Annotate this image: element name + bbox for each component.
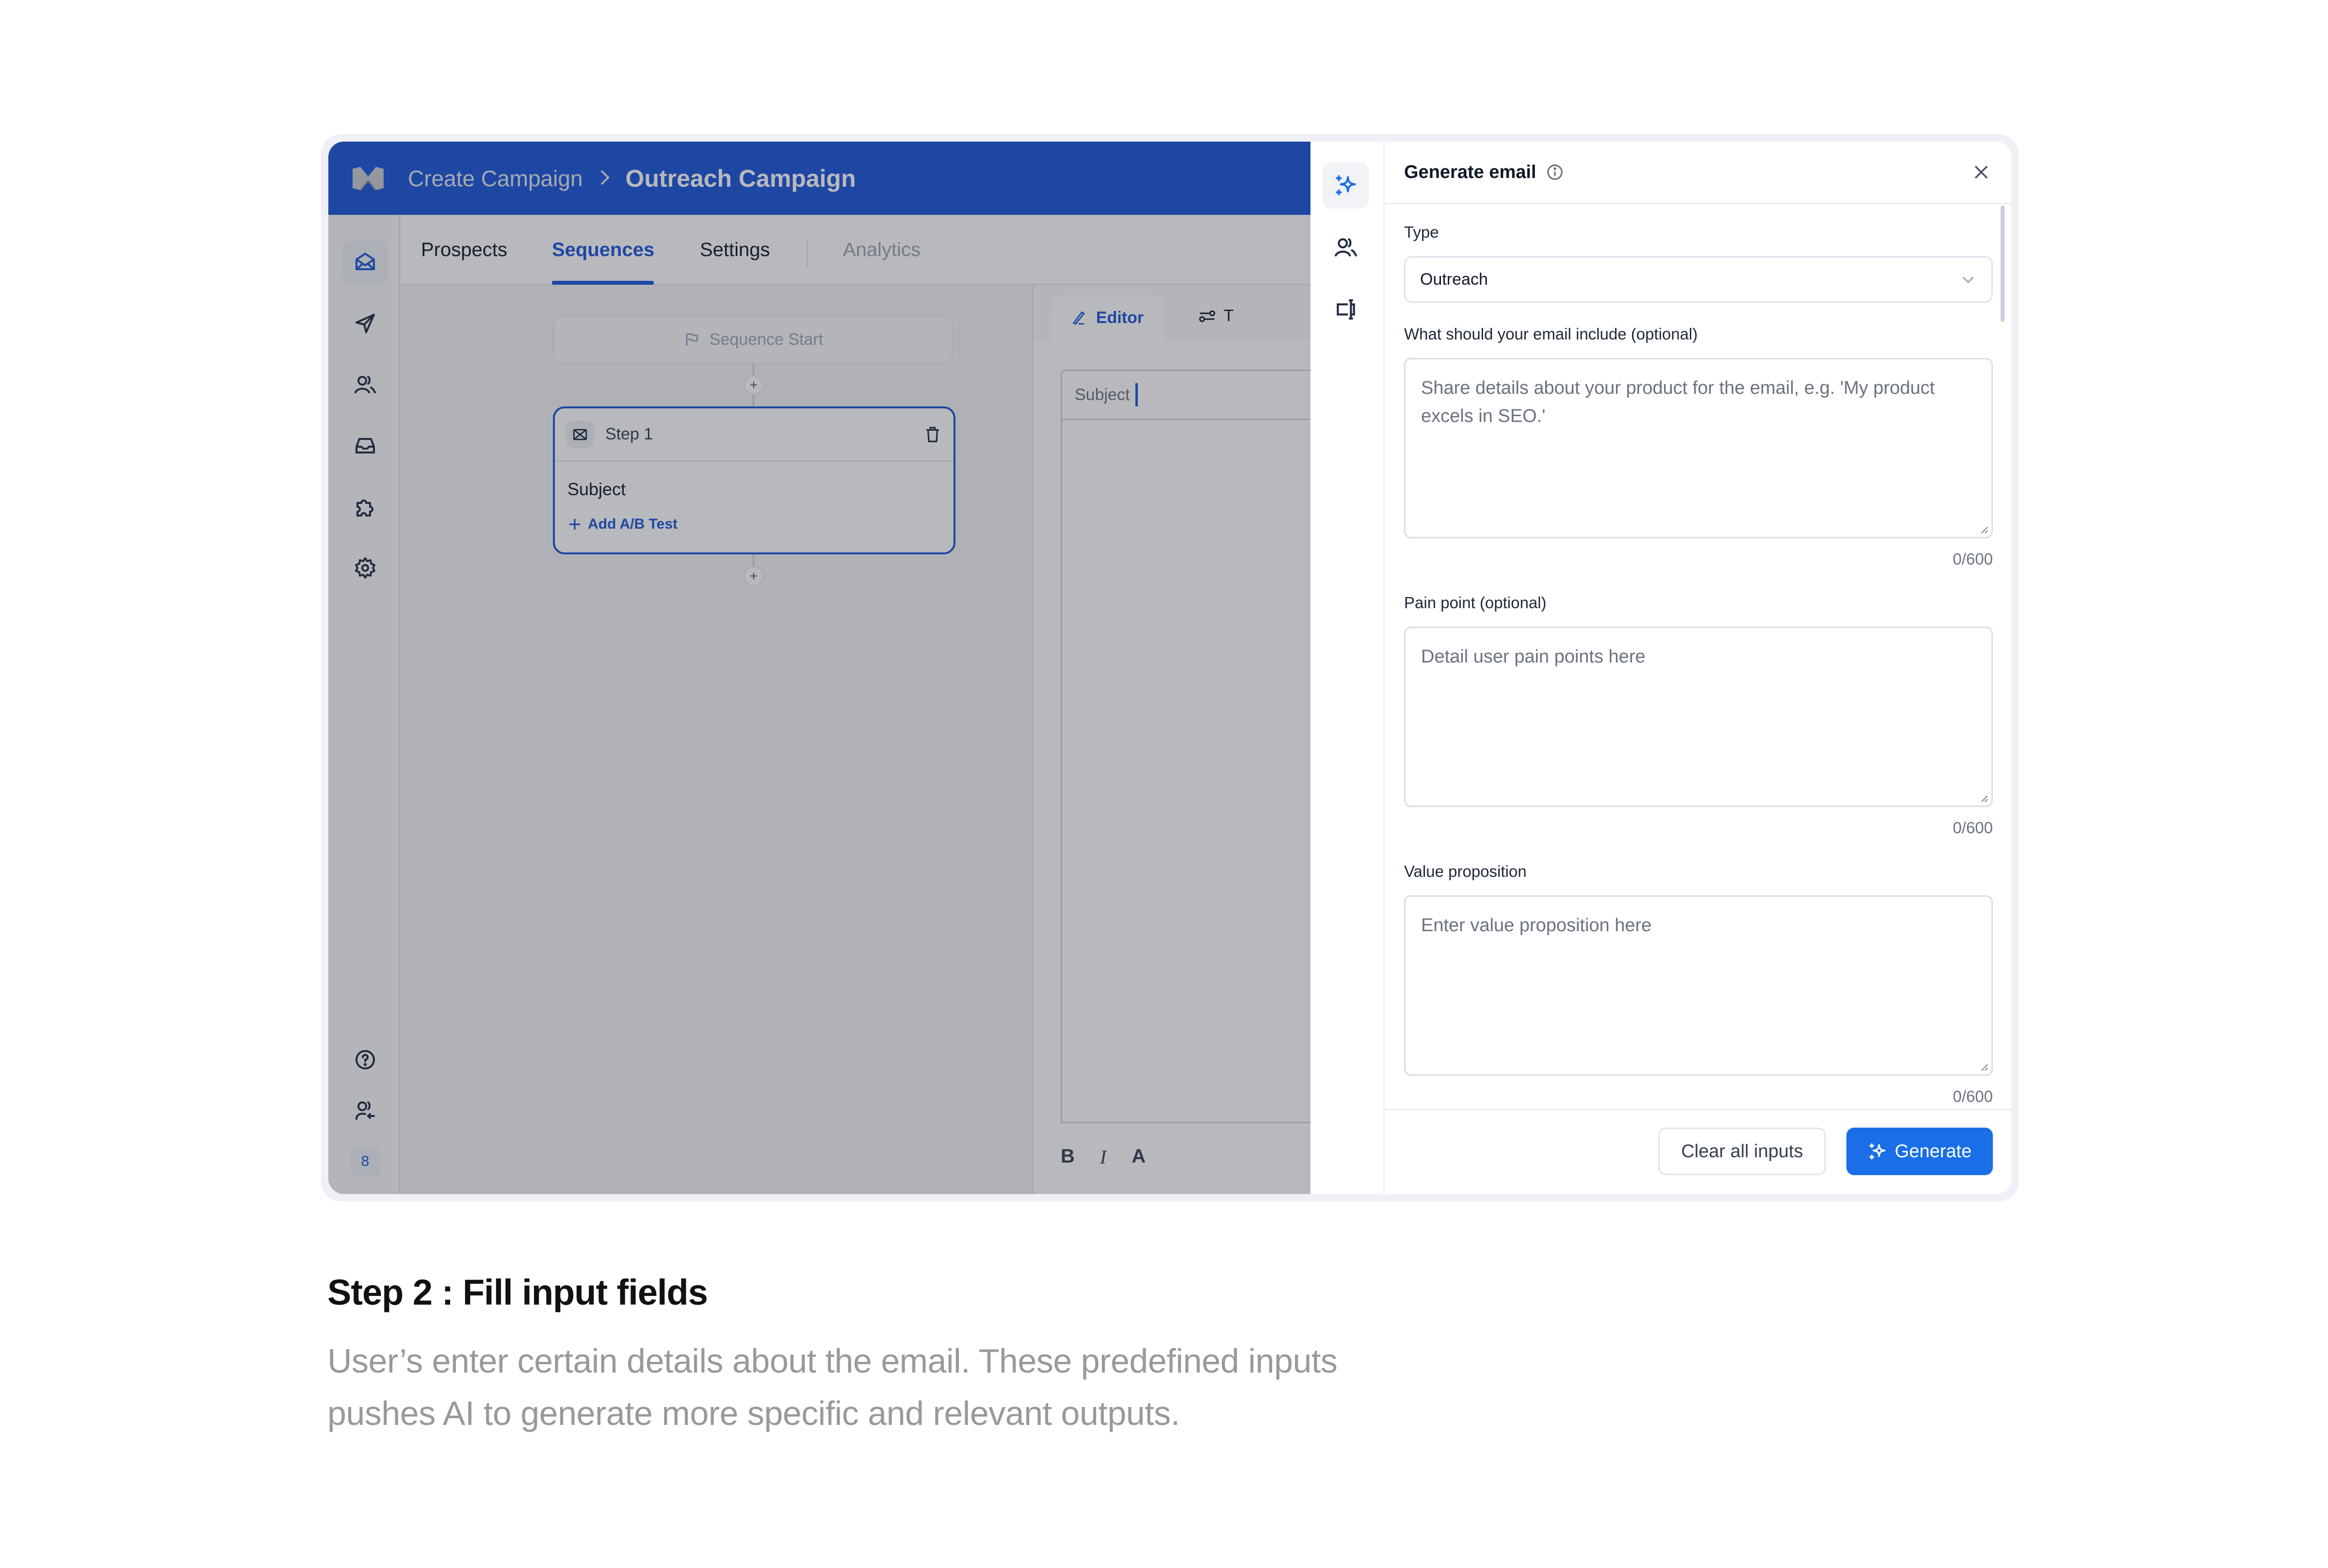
- sparkles-icon: [1869, 1143, 1886, 1160]
- type-select[interactable]: Outreach: [1404, 256, 1993, 303]
- generate-button[interactable]: Generate: [1846, 1128, 1993, 1175]
- pain-point-label: Pain point (optional): [1404, 594, 1547, 612]
- info-icon[interactable]: [1546, 163, 1564, 181]
- panel-scrollbar[interactable]: [2001, 206, 2005, 322]
- resize-handle-icon[interactable]: [1980, 794, 1988, 803]
- clear-all-inputs-button[interactable]: Clear all inputs: [1658, 1128, 1826, 1175]
- generate-email-panel: Generate email Type Outreach What should…: [1385, 142, 2011, 1194]
- include-textarea[interactable]: Share details about your product for the…: [1404, 358, 1993, 538]
- type-select-value: Outreach: [1420, 270, 1488, 289]
- include-char-counter: 0/600: [1953, 550, 1993, 568]
- close-icon[interactable]: [1971, 162, 1992, 183]
- generate-button-label: Generate: [1894, 1141, 1972, 1162]
- pain-point-placeholder: Detail user pain points here: [1421, 647, 1646, 667]
- resize-handle-icon[interactable]: [1980, 1063, 1988, 1071]
- caption-body: User’s enter certain details about the e…: [327, 1342, 1338, 1432]
- chevron-down-icon: [1962, 276, 1974, 284]
- strip-text-input[interactable]: [1323, 286, 1369, 333]
- strip-generate-email[interactable]: [1323, 162, 1369, 209]
- value-proposition-placeholder: Enter value proposition here: [1421, 915, 1652, 936]
- resize-handle-icon[interactable]: [1980, 525, 1988, 534]
- app-window: Create Campaign Outreach Campaign 8 Pros…: [328, 142, 2011, 1194]
- caption-title: Step 2 : Fill input fields: [327, 1272, 708, 1312]
- users-icon: [1335, 238, 1357, 257]
- panel-title: Generate email: [1404, 162, 1536, 182]
- assistant-icon-strip: [1310, 142, 1385, 1194]
- sparkles-icon: [1336, 175, 1356, 195]
- type-label: Type: [1404, 223, 1439, 241]
- include-label: What should your email include (optional…: [1404, 325, 1698, 343]
- strip-personas[interactable]: [1323, 224, 1369, 271]
- include-placeholder: Share details about your product for the…: [1421, 378, 1935, 426]
- panel-footer: Clear all inputs Generate: [1385, 1109, 2011, 1194]
- main-area: Create Campaign Outreach Campaign 8 Pros…: [328, 142, 1352, 1194]
- pain-point-textarea[interactable]: Detail user pain points here: [1404, 627, 1993, 807]
- value-proposition-label: Value proposition: [1404, 862, 1527, 880]
- value-proposition-textarea[interactable]: Enter value proposition here: [1404, 895, 1993, 1076]
- panel-header: Generate email: [1385, 142, 2011, 204]
- pain-point-char-counter: 0/600: [1953, 819, 1993, 837]
- text-input-icon: [1337, 299, 1355, 320]
- modal-overlay[interactable]: [328, 142, 1310, 1194]
- value-proposition-char-counter: 0/600: [1953, 1087, 1993, 1105]
